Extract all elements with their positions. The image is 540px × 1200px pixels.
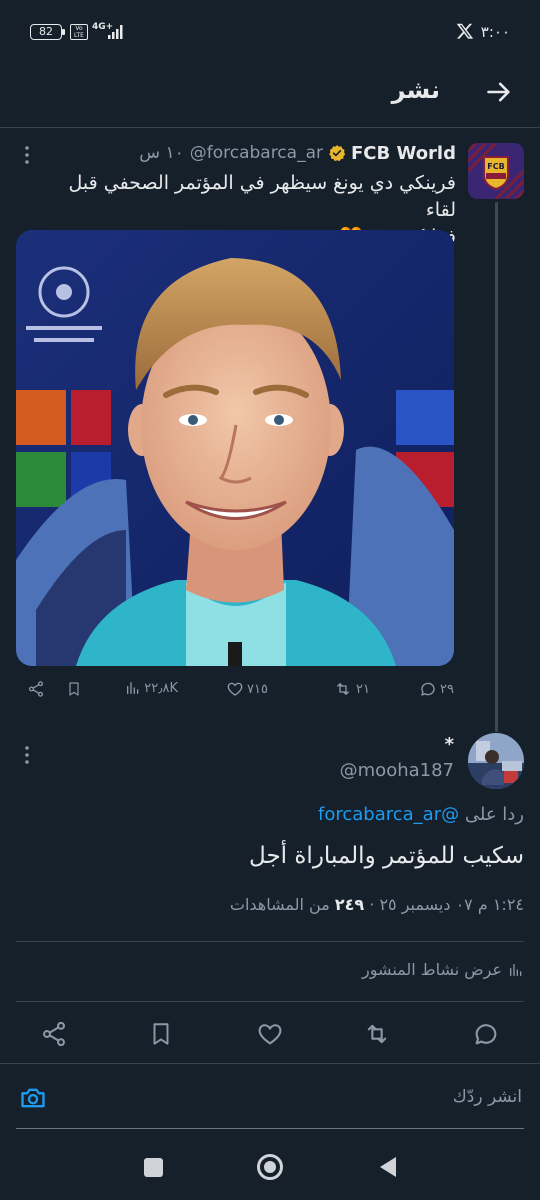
tweet-text-line: فرينكي دي يونغ سيظهر في المؤتمر الصحفي ق…	[68, 172, 456, 221]
reply-views-count: ٢٤٩	[334, 895, 365, 914]
bookmark-icon[interactable]	[66, 680, 82, 698]
battery-tip	[62, 29, 65, 35]
divider	[16, 1001, 524, 1002]
reply-button[interactable]: ٢٩	[419, 680, 454, 698]
reply-timestamp: ١:٢٤ م ٠٧ ديسمبر ٢٥ ·	[369, 895, 524, 914]
camera-icon[interactable]	[18, 1084, 48, 1112]
like-icon[interactable]	[256, 1020, 284, 1048]
compose-underline	[16, 1128, 524, 1129]
tweet-time: ١٠ س	[139, 143, 184, 163]
signal-icon	[108, 25, 124, 39]
page-title: نشر	[391, 76, 440, 104]
post-activity-link[interactable]: عرض نشاط المنشور	[362, 960, 524, 979]
more-options-icon[interactable]	[20, 745, 34, 765]
top-header: نشر	[0, 60, 540, 128]
more-options-icon[interactable]	[20, 145, 34, 165]
reply-count: ٢٩	[440, 681, 454, 697]
status-bar: 82 Vo LTE 4G+ ٣:٠٠	[0, 0, 540, 60]
replying-to-label: ردا على	[464, 804, 524, 825]
x-logo-icon	[456, 22, 474, 40]
clock: ٣:٠٠	[480, 23, 510, 41]
author-name[interactable]: FCB World	[351, 143, 456, 164]
like-button[interactable]: ٧١٥	[226, 680, 268, 698]
reply-author-name[interactable]: *	[445, 734, 454, 755]
reply-text: سكيب للمؤتمر والمباراة أجل	[249, 843, 524, 869]
thread-line	[495, 202, 498, 732]
reply-author-handle: @mooha187	[339, 760, 454, 781]
reply-author-avatar[interactable]	[468, 733, 524, 789]
like-count: ٧١٥	[247, 681, 268, 697]
volte-badge: Vo LTE	[70, 24, 88, 40]
home-button[interactable]	[257, 1154, 283, 1180]
avatar-text: FCB	[487, 162, 504, 171]
reply-icon[interactable]	[472, 1020, 500, 1048]
arrow-right-icon[interactable]	[484, 77, 514, 107]
author-handle: @forcabarca_ar	[189, 143, 323, 163]
tweet-author-row: FCB World @forcabarca_ar ١٠ س	[139, 142, 456, 164]
share-icon[interactable]	[40, 1020, 68, 1048]
reply-views-label: من المشاهدات	[229, 895, 330, 914]
retweet-icon[interactable]	[362, 1020, 392, 1048]
battery-indicator: 82	[30, 24, 62, 40]
retweet-count: ٢١	[356, 681, 370, 697]
share-icon[interactable]	[27, 680, 45, 698]
back-triangle-icon[interactable]	[378, 1156, 398, 1178]
bookmark-icon[interactable]	[148, 1020, 174, 1048]
tweet-actions: ٢٩ ٢١ ٧١٥ ٢٢٫٨K	[0, 680, 540, 706]
divider	[16, 941, 524, 942]
replying-to-mention[interactable]: @forcabarca_ar	[318, 804, 459, 825]
header-divider	[0, 127, 540, 128]
verified-badge-icon	[328, 144, 346, 162]
reply-compose-input[interactable]: انشر ردّك	[453, 1087, 522, 1107]
views-button[interactable]: ٢٢٫٨K	[125, 680, 178, 696]
chart-bars-icon	[508, 962, 524, 978]
recent-apps-button[interactable]	[144, 1158, 163, 1177]
compose-divider	[0, 1063, 540, 1064]
author-avatar[interactable]: FCB	[468, 143, 524, 199]
reply-meta: ١:٢٤ م ٠٧ ديسمبر ٢٥ · ٢٤٩ من المشاهدات	[230, 895, 524, 914]
retweet-button[interactable]: ٢١	[333, 680, 370, 698]
post-activity-label: عرض نشاط المنشور	[362, 960, 502, 979]
view-count: ٢٢٫٨K	[144, 680, 178, 696]
replying-to: ردا على @forcabarca_ar	[318, 804, 524, 825]
tweet-photo[interactable]	[16, 230, 454, 666]
reply-actions	[0, 1016, 540, 1056]
